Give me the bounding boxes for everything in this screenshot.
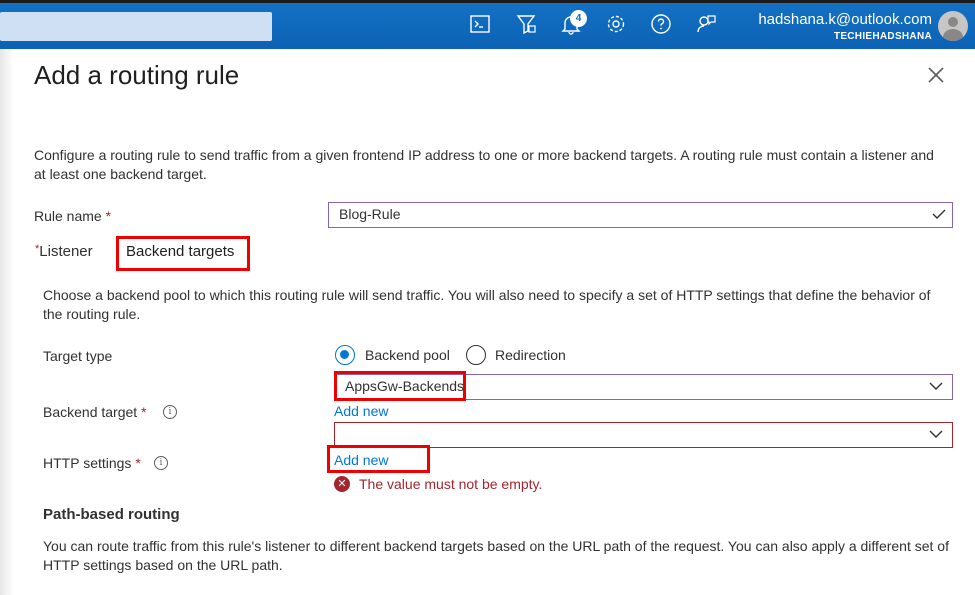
notification-count-badge: 4	[570, 10, 587, 27]
cloud-shell-icon[interactable]	[468, 12, 492, 36]
global-search-input[interactable]	[0, 12, 272, 41]
panel-edge-shadow	[0, 49, 14, 595]
radio-redirection-label[interactable]: Redirection	[495, 347, 566, 363]
account-tenant[interactable]: TECHIEHADSHANA	[740, 31, 932, 42]
highlight-backend-target	[334, 371, 466, 401]
backend-target-label: Backend target *	[43, 404, 147, 420]
http-settings-label: HTTP settings *	[43, 455, 141, 471]
info-icon[interactable]: i	[163, 405, 177, 419]
tab-listener[interactable]: *Listener	[35, 243, 93, 260]
required-asterisk: *	[137, 404, 147, 420]
http-settings-label-text: HTTP settings	[43, 455, 132, 471]
error-message: The value must not be empty.	[359, 476, 543, 492]
info-icon[interactable]: i	[154, 456, 168, 470]
rule-name-label-text: Rule name	[34, 208, 102, 224]
page-title: Add a routing rule	[34, 60, 240, 90]
backend-target-label-text: Backend target	[43, 404, 138, 420]
rule-name-value: Blog-Rule	[339, 206, 401, 222]
add-new-backend-link[interactable]: Add new	[334, 403, 388, 419]
valid-check-icon	[932, 209, 946, 219]
routing-rule-description: Configure a routing rule to send traffic…	[34, 147, 934, 182]
radio-backend-pool-label[interactable]: Backend pool	[365, 347, 450, 363]
target-type-label: Target type	[43, 348, 113, 364]
required-asterisk: *	[131, 455, 141, 471]
chevron-down-icon	[929, 382, 943, 390]
feedback-icon[interactable]	[694, 12, 718, 36]
directory-filter-icon[interactable]	[514, 12, 538, 36]
radio-redirection[interactable]	[466, 345, 486, 365]
path-routing-heading: Path-based routing	[43, 506, 180, 523]
highlight-add-new-http	[327, 445, 430, 473]
account-email[interactable]: hadshana.k@outlook.com	[740, 11, 932, 28]
rule-name-label: Rule name *	[34, 208, 111, 224]
rule-name-input[interactable]: Blog-Rule	[328, 202, 953, 228]
error-icon: ✕	[334, 476, 350, 492]
radio-backend-pool[interactable]	[335, 345, 355, 365]
highlight-backend-tab	[116, 236, 250, 271]
chevron-down-icon	[929, 430, 943, 438]
backend-description: Choose a backend pool to which this rout…	[43, 287, 931, 322]
topbar-edge	[0, 0, 975, 3]
tab-listener-label: Listener	[39, 243, 93, 260]
settings-icon[interactable]	[604, 12, 628, 36]
path-routing-description: You can route traffic from this rule's l…	[43, 538, 949, 573]
help-icon[interactable]	[649, 12, 673, 36]
close-icon[interactable]	[925, 64, 947, 86]
avatar[interactable]	[938, 11, 968, 41]
required-asterisk: *	[101, 208, 112, 224]
